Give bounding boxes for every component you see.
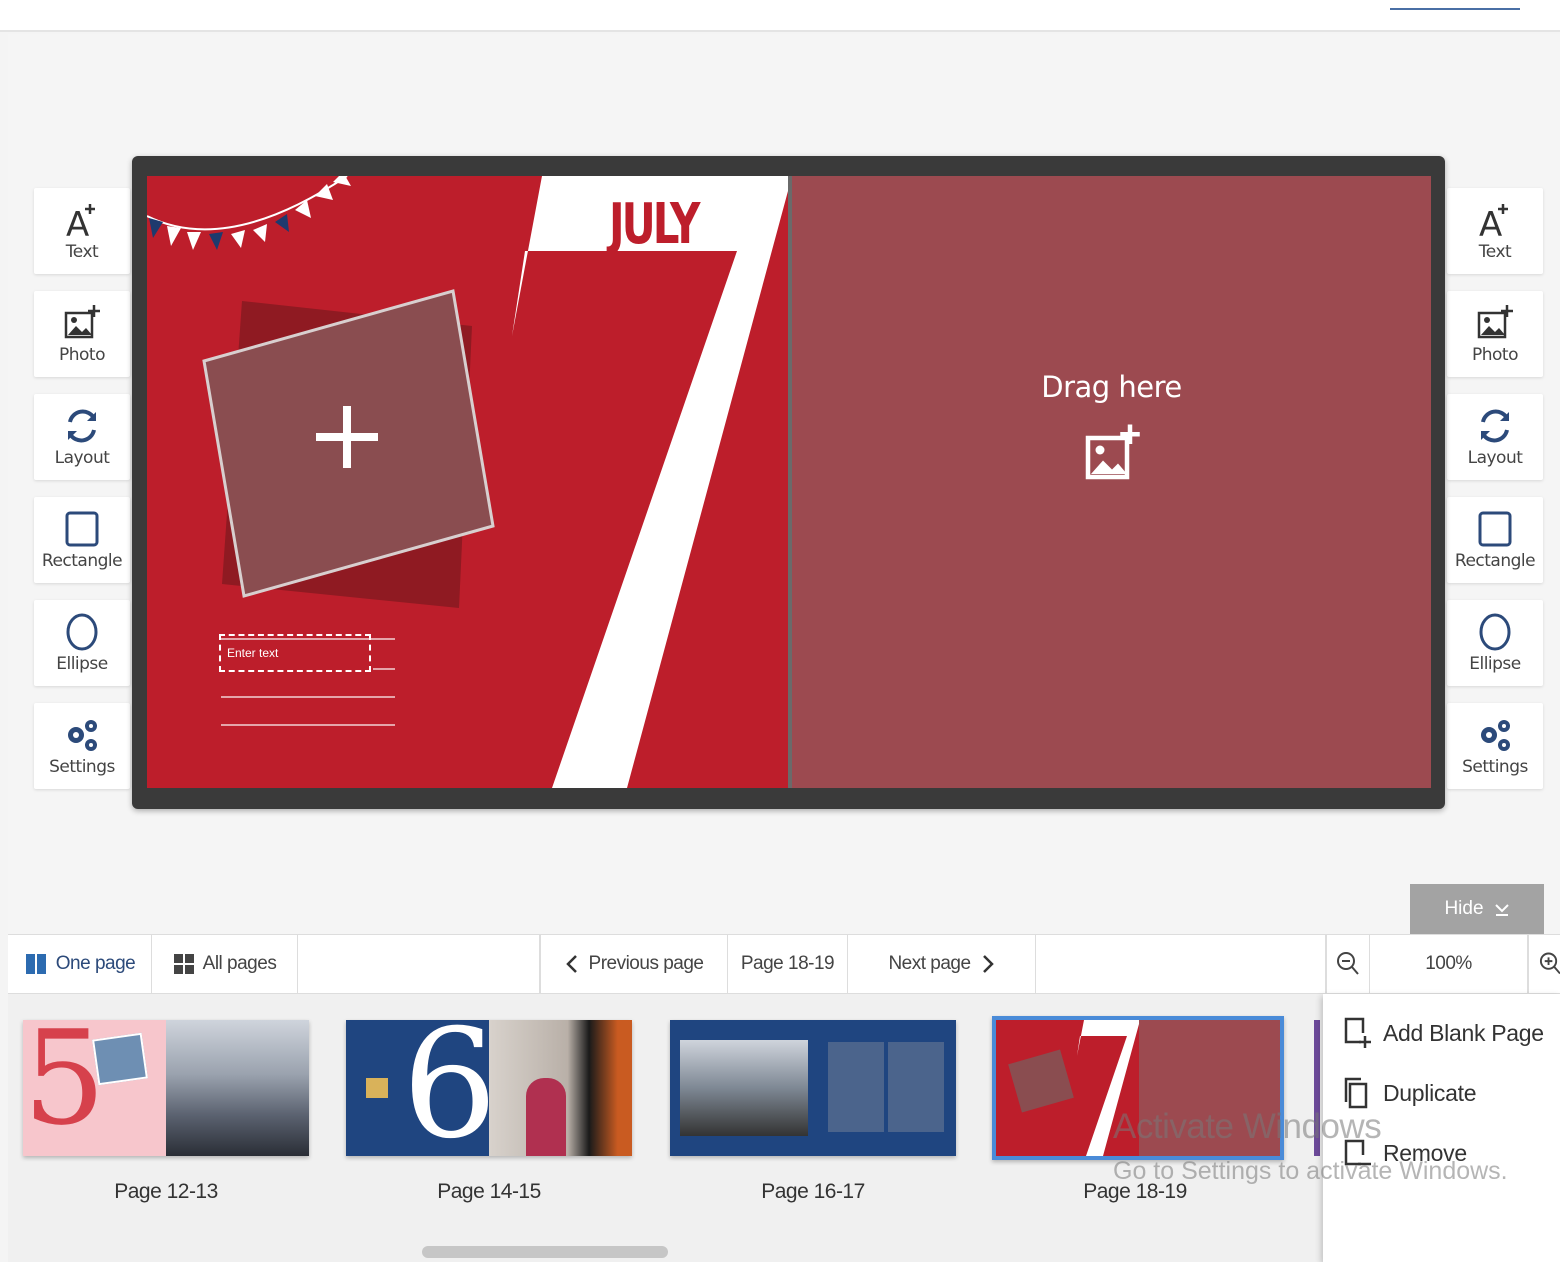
settings-button[interactable]: Settings xyxy=(1447,703,1543,789)
photo-add-icon xyxy=(64,305,100,339)
thumb-photo-slot xyxy=(828,1042,884,1132)
tool-label: Rectangle xyxy=(1454,551,1536,571)
tool-label: Photo xyxy=(59,345,106,365)
thumbnail-label: Page 14-15 xyxy=(437,1180,541,1203)
text-line xyxy=(373,668,395,670)
chevron-right-icon xyxy=(982,955,994,973)
thumbnail-label: Page 16-17 xyxy=(761,1180,865,1203)
settings-button[interactable]: Settings xyxy=(34,703,130,789)
rectangle-icon xyxy=(1478,511,1512,547)
tool-label: Layout xyxy=(1467,448,1523,468)
previous-page-label: Previous page xyxy=(588,953,704,974)
tool-label: Layout xyxy=(54,448,110,468)
tool-label: Settings xyxy=(1462,757,1528,777)
tool-label: Photo xyxy=(1472,345,1519,365)
thumbnail-label: Page 12-13 xyxy=(114,1180,218,1203)
current-page-label: Page 18-19 xyxy=(740,953,835,974)
layout-icon xyxy=(68,409,96,443)
zoom-out-icon xyxy=(1337,952,1359,975)
layout-icon xyxy=(1481,409,1509,443)
tool-label: Ellipse xyxy=(1469,654,1521,674)
tool-label: Text xyxy=(65,242,99,262)
left-toolbar: A Text Photo Layout Rectangle Ellipse Se… xyxy=(34,188,130,806)
tool-label: Rectangle xyxy=(41,551,123,571)
photo-add-icon xyxy=(1477,305,1513,339)
zoom-in-button[interactable] xyxy=(1528,935,1560,993)
current-page-indicator: Page 18-19 xyxy=(728,935,848,993)
tray-scrollbar[interactable] xyxy=(422,1246,668,1258)
one-page-label: One page xyxy=(55,953,136,974)
rectangle-icon xyxy=(65,511,99,547)
top-bar xyxy=(0,0,1560,32)
left-page[interactable]: JULY Enter text xyxy=(147,176,788,788)
thumb-photo-slot xyxy=(888,1042,944,1132)
thumbnail-page-16-17[interactable] xyxy=(670,1020,956,1156)
ellipse-button[interactable]: Ellipse xyxy=(34,600,130,686)
ellipse-button[interactable]: Ellipse xyxy=(1447,600,1543,686)
photo-add-icon xyxy=(1085,424,1140,480)
thumb-photo xyxy=(92,1032,148,1086)
activate-windows-title: Activate Windows xyxy=(1113,1107,1382,1146)
activate-windows-subtitle: Go to Settings to activate Windows. xyxy=(1113,1157,1508,1185)
thumb-icon xyxy=(366,1078,388,1098)
thumb-photo xyxy=(680,1040,808,1136)
next-page-label: Next page xyxy=(888,953,971,974)
all-pages-label: All pages xyxy=(202,953,277,974)
duplicate-icon xyxy=(1344,1077,1368,1109)
tool-label: Text xyxy=(1478,242,1512,262)
settings-icon xyxy=(1481,720,1510,751)
ellipse-icon xyxy=(1479,613,1511,651)
thumb-person xyxy=(526,1078,566,1156)
page-navigation-bar: One page All pages Previous page Page 18… xyxy=(8,934,1560,994)
text-line xyxy=(221,724,395,726)
layout-button[interactable]: Layout xyxy=(1447,394,1543,480)
top-action-tab[interactable] xyxy=(1390,0,1520,10)
zoom-level: 100% xyxy=(1370,935,1528,993)
thumbnail-page-12-13[interactable]: 5 xyxy=(23,1020,309,1156)
thumb-number: 6 xyxy=(402,1020,498,1156)
zoom-value: 100% xyxy=(1425,953,1472,974)
thumbnail-page-14-15[interactable]: 6 xyxy=(346,1020,632,1156)
right-page-drop-zone[interactable]: Drag here xyxy=(792,176,1431,788)
duplicate-label: Duplicate xyxy=(1383,1079,1477,1106)
ellipse-icon xyxy=(66,613,98,651)
hide-tray-button[interactable]: Hide xyxy=(1410,884,1544,934)
add-page-icon xyxy=(1344,1017,1371,1048)
grid-icon xyxy=(173,954,194,974)
add-photo-button[interactable]: Photo xyxy=(34,291,130,377)
rectangle-button[interactable]: Rectangle xyxy=(1447,497,1543,583)
hide-label: Hide xyxy=(1444,898,1484,919)
right-toolbar: A Text Photo Layout Rectangle Ellipse Se… xyxy=(1447,188,1543,806)
nav-spacer xyxy=(1036,935,1326,993)
text-add-icon: A xyxy=(66,204,95,240)
photobook-editor: A Text Photo Layout Rectangle Ellipse Se… xyxy=(0,0,1560,1262)
one-page-icon xyxy=(25,954,46,974)
next-page-button[interactable]: Next page xyxy=(848,935,1036,993)
tool-label: Ellipse xyxy=(56,654,108,674)
month-title: JULY xyxy=(609,192,700,257)
add-text-button[interactable]: A Text xyxy=(34,188,130,274)
layout-button[interactable]: Layout xyxy=(34,394,130,480)
drop-zone-label: Drag here xyxy=(1041,370,1182,404)
text-line xyxy=(221,638,395,640)
rectangle-button[interactable]: Rectangle xyxy=(34,497,130,583)
add-blank-page-label: Add Blank Page xyxy=(1383,1019,1544,1046)
text-line xyxy=(221,696,395,698)
all-pages-view-button[interactable]: All pages xyxy=(152,935,298,993)
chevron-down-icon xyxy=(1494,904,1509,916)
settings-icon xyxy=(68,720,97,751)
add-text-button[interactable]: A Text xyxy=(1447,188,1543,274)
thumb-right-photo xyxy=(166,1020,309,1156)
text-add-icon: A xyxy=(1479,204,1508,240)
zoom-out-button[interactable] xyxy=(1326,935,1370,993)
tool-label: Settings xyxy=(49,757,115,777)
previous-page-button[interactable]: Previous page xyxy=(540,935,728,993)
chevron-left-icon xyxy=(565,955,577,973)
nav-spacer xyxy=(298,935,540,993)
one-page-view-button[interactable]: One page xyxy=(8,935,152,993)
book-spread: JULY Enter text Drag here xyxy=(132,156,1445,809)
add-blank-page-menu-item[interactable]: Add Blank Page xyxy=(1343,1008,1544,1058)
zoom-in-icon xyxy=(1539,952,1560,975)
add-photo-button[interactable]: Photo xyxy=(1447,291,1543,377)
